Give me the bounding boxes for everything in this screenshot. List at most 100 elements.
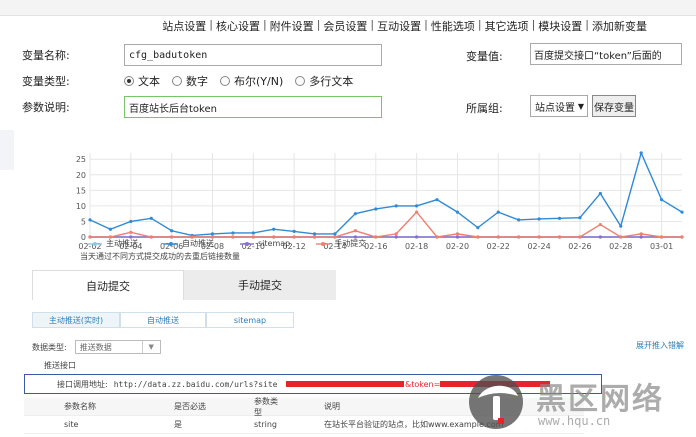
var-type-radio[interactable]: 文本: [124, 73, 160, 89]
x-tick-label: 02-28: [609, 242, 632, 251]
nav-item[interactable]: 模块设置: [535, 18, 585, 34]
legend-label: 自动推送: [182, 239, 214, 248]
radio-circle-icon: [172, 76, 182, 86]
section-title: 推送接口: [44, 361, 76, 370]
x-tick-label: 03-01: [650, 242, 673, 251]
data-point: [496, 210, 500, 214]
data-type-label: 数据类型:: [32, 342, 67, 352]
legend-item[interactable]: sitemap: [240, 238, 290, 249]
data-point: [639, 235, 643, 239]
nav-item[interactable]: 性能选项: [428, 18, 478, 34]
series-line: [89, 150, 683, 237]
tab-manual-submit[interactable]: 手动提交: [184, 270, 336, 300]
legend-swatch-icon: [240, 241, 254, 246]
nav-item[interactable]: 互动设置: [374, 18, 424, 34]
legend-label: 主动推送: [106, 239, 138, 248]
redaction-bar: [286, 381, 404, 387]
var-value-input[interactable]: 百度提交接口“token”后面的: [530, 43, 682, 65]
data-point: [598, 222, 602, 227]
nav-item[interactable]: 会员设置: [320, 18, 370, 34]
data-point: [496, 235, 500, 239]
nav-item[interactable]: 附件设置: [267, 18, 317, 34]
data-point: [415, 204, 419, 208]
x-tick-label: 02-22: [487, 242, 510, 251]
nav-item[interactable]: 添加新变量: [589, 18, 650, 34]
var-type-radio[interactable]: 数字: [172, 73, 208, 89]
data-point: [415, 235, 419, 239]
data-point: [374, 207, 378, 211]
data-point: [149, 216, 153, 220]
var-type-option-label: 文本: [138, 75, 160, 88]
legend-label: 手动提交: [334, 239, 367, 248]
data-point: [659, 198, 664, 202]
watermark: 黑区网络 www.hqu.cn: [462, 372, 692, 434]
data-point: [517, 235, 521, 239]
legend-item[interactable]: 自动推送: [164, 238, 214, 249]
data-point: [108, 227, 113, 231]
data-point: [210, 232, 215, 236]
var-type-label: 变量类型:: [22, 75, 70, 88]
data-point: [415, 210, 419, 214]
legend-item[interactable]: 主动推送: [88, 238, 138, 249]
nav-item[interactable]: 站点设置: [159, 18, 209, 34]
legend-swatch-icon: [316, 241, 331, 246]
help-link[interactable]: 展开推入错解: [636, 340, 684, 351]
data-point: [659, 235, 664, 239]
x-tick-label: 02-26: [568, 242, 591, 251]
y-tick-label: 20: [76, 171, 86, 180]
table-cell: string: [254, 420, 277, 429]
data-point: [129, 230, 133, 234]
legend-label: sitemap: [258, 239, 291, 248]
radio-circle-icon: [124, 76, 134, 86]
nav-item[interactable]: 核心设置: [213, 18, 263, 34]
y-tick-label: 15: [76, 186, 86, 195]
var-type-radio-group: 文本 数字 布尔(Y/N) 多行文本: [124, 73, 365, 89]
watermark-text: 黑区网络: [536, 382, 664, 417]
api-url[interactable]: http://data.zz.baidu.com/urls?site: [114, 380, 278, 389]
y-tick-label: 10: [76, 202, 86, 211]
data-point: [619, 235, 623, 239]
radio-circle-icon: [220, 76, 230, 86]
data-point: [88, 218, 92, 222]
subtab-active-push[interactable]: 主动推送(实时): [32, 312, 120, 328]
data-point: [394, 232, 398, 236]
subtab-sitemap[interactable]: sitemap: [206, 312, 294, 328]
y-tick-label: 25: [76, 155, 86, 164]
var-type-radio[interactable]: 多行文本: [295, 73, 353, 89]
variable-form: 变量名称: cfg_badutoken 变量值: 百度提交接口“token”后面…: [14, 37, 684, 123]
chart-note: 当天通过不同方式提交成功的去重后链接数量: [80, 252, 240, 261]
x-tick-label: 02-20: [446, 242, 469, 251]
var-name-row: 变量名称: cfg_badutoken: [14, 43, 382, 67]
group-select[interactable]: 站点设置 ▼: [530, 95, 588, 117]
var-type-radio[interactable]: 布尔(Y/N): [220, 73, 283, 89]
data-point: [312, 232, 317, 236]
var-value-label: 变量值:: [466, 50, 503, 63]
column-header: 参数名称: [64, 402, 96, 411]
subtab-auto-push[interactable]: 自动推送: [120, 312, 206, 328]
group-label: 所属组:: [466, 102, 503, 115]
data-point: [231, 231, 235, 235]
table-cell: site: [64, 420, 79, 429]
desc-input[interactable]: 百度站长后台token: [124, 96, 382, 118]
data-point: [537, 217, 541, 221]
legend-item[interactable]: 手动提交: [316, 238, 366, 249]
nav-item[interactable]: 其它选项: [482, 18, 532, 34]
submit-tabs: 自动提交 手动提交: [32, 270, 357, 300]
data-point: [394, 204, 398, 208]
data-point: [537, 235, 541, 239]
data-point: [455, 210, 460, 214]
data-point: [578, 216, 582, 220]
x-tick-label: 02-24: [527, 242, 550, 251]
desc-row: 参数说明: 百度站长后台token: [14, 95, 382, 119]
var-name-input[interactable]: cfg_badutoken: [124, 44, 382, 66]
radio-circle-icon: [295, 76, 306, 86]
settings-nav: 站点设置 | 核心设置 | 附件设置 | 会员设置 | 互动设置 | 性能选项 | 其它选项 | 模块设置 |…: [0, 16, 696, 36]
data-type-select[interactable]: 推送数据 ▼: [74, 340, 161, 354]
save-variable-button[interactable]: 保存变量: [592, 95, 636, 117]
data-point: [557, 235, 562, 239]
series-line: [90, 211, 682, 238]
data-point: [394, 235, 398, 239]
table-cell: 是: [174, 420, 182, 429]
api-url-label: 接口调用地址:: [57, 379, 108, 389]
tab-auto-submit[interactable]: 自动提交: [32, 270, 184, 300]
